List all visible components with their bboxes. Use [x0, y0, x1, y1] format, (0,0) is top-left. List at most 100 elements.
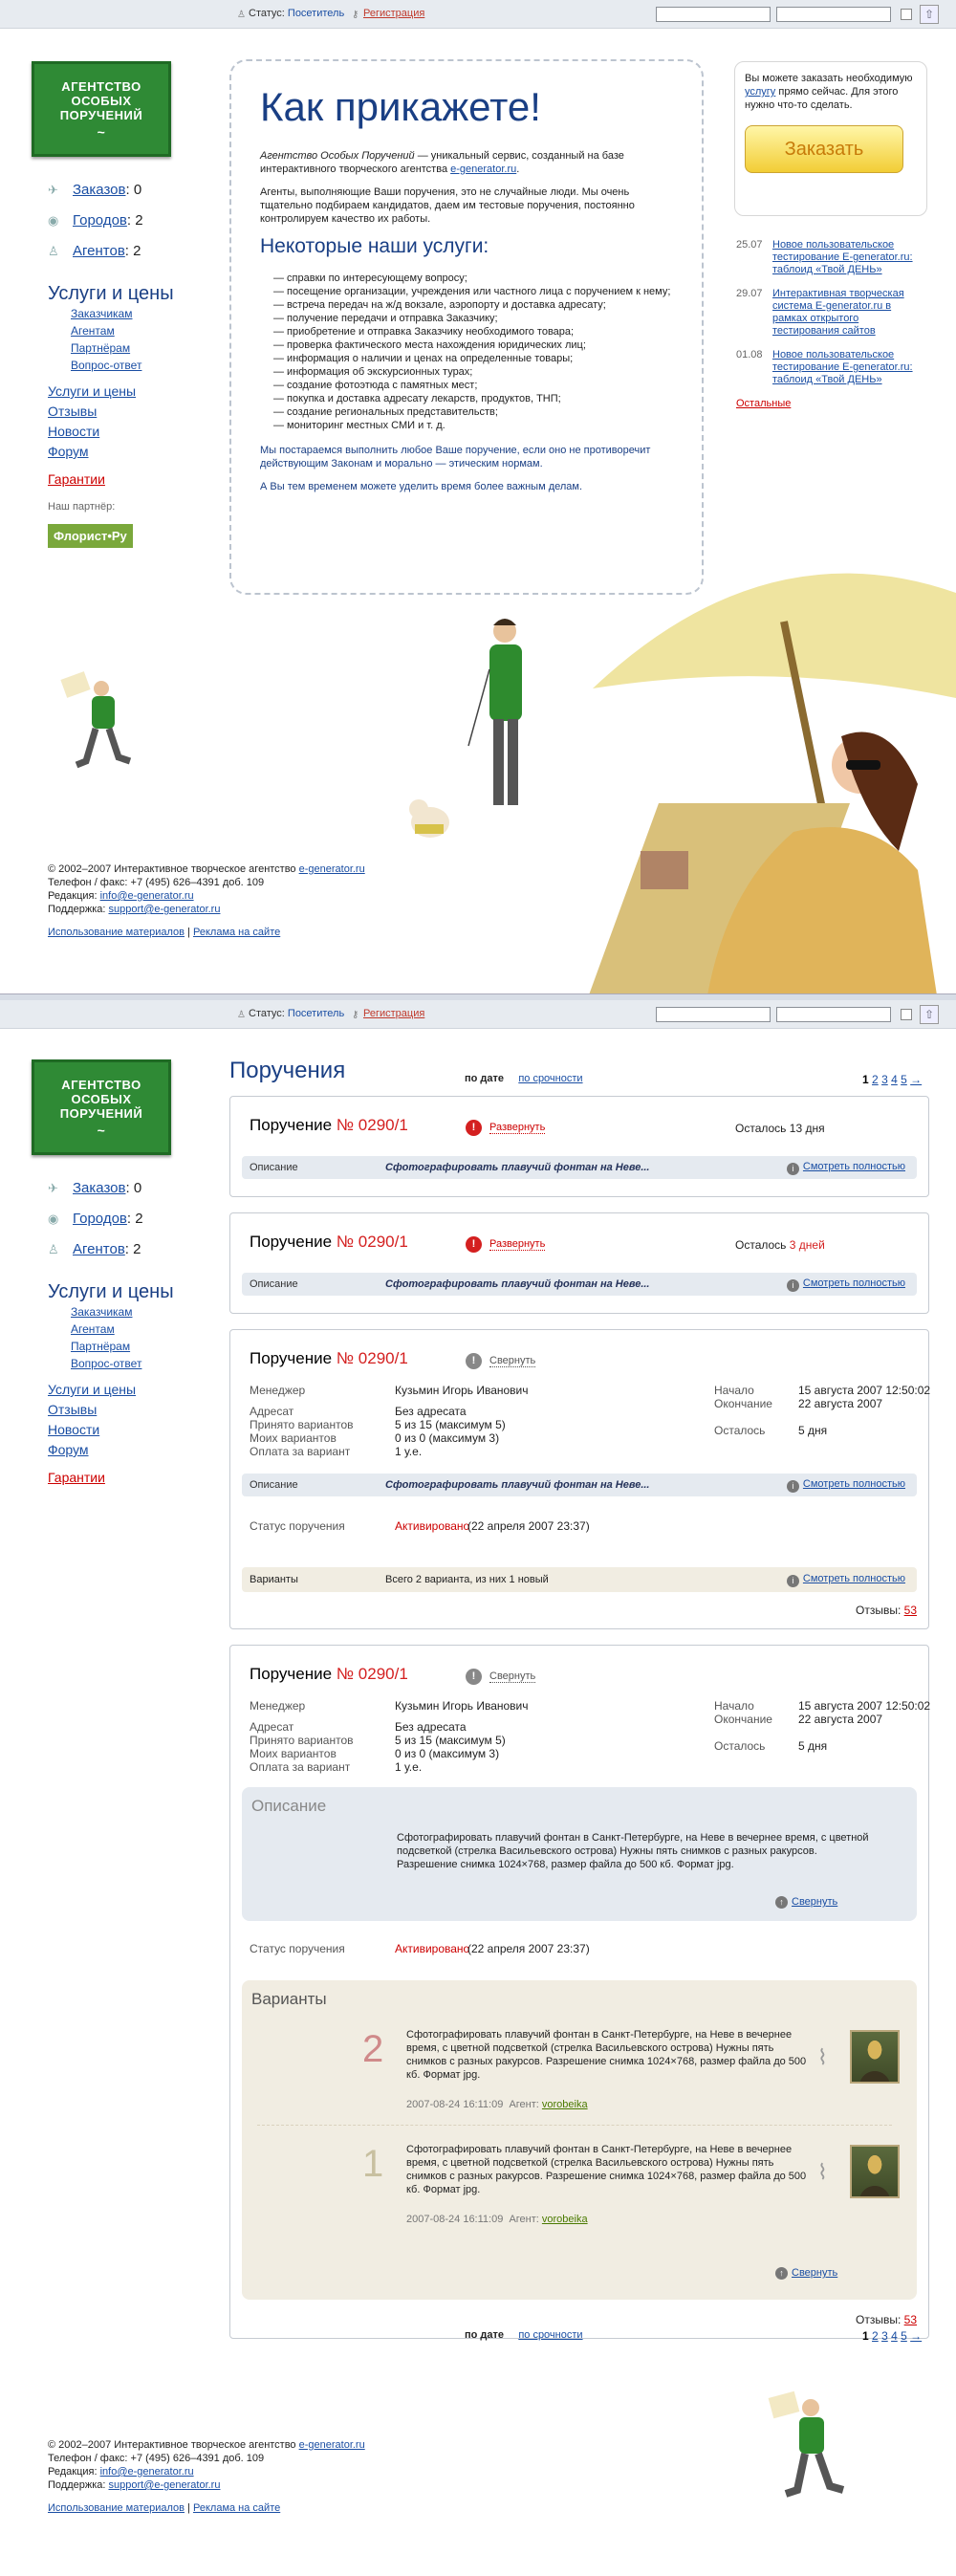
- service-item: — мониторинг местных СМИ и т. д.: [273, 420, 445, 431]
- news-more-link[interactable]: Остальные: [736, 398, 791, 409]
- order-card: Поручение № 0290/1 ! Развернуть Осталось …: [229, 1096, 929, 1197]
- expand-link[interactable]: Развернуть: [489, 1122, 546, 1134]
- order-text: Вы можете заказать необходимую услугу пр…: [745, 73, 913, 111]
- closing-paragraph: А Вы тем временем можете уделить время б…: [260, 481, 583, 492]
- service-item: — встреча передач на ж/д вокзале, аэропо…: [273, 299, 606, 311]
- info-icon: i: [786, 1575, 799, 1587]
- collapse-variants-link[interactable]: ↑ Свернуть: [775, 2267, 837, 2280]
- orders-page: ♙ Статус: Посетитель ⚷ Регистрация ⇧ АГЕНТ…: [0, 1000, 956, 2576]
- order-title: Поручение № 0290/1: [250, 1116, 408, 1134]
- variant-photo-thumbnail[interactable]: [850, 2145, 900, 2198]
- service-item: — информация о наличии и ценах на опреде…: [273, 353, 574, 364]
- menu-customers[interactable]: Заказчикам: [71, 305, 174, 322]
- services-submenu: Заказчикам Агентам Партнёрам Вопрос-отве…: [48, 305, 174, 374]
- service-item: — создание региональных представительств…: [273, 406, 498, 418]
- menu-news[interactable]: Новости: [48, 422, 174, 442]
- login-input[interactable]: [656, 7, 771, 22]
- news-list: 25.07 Новое пользовательское тестирование…: [736, 239, 927, 410]
- menu-faq[interactable]: Вопрос-ответ: [71, 357, 174, 374]
- services-title: Услуги и цены: [48, 283, 174, 304]
- order-button[interactable]: Заказать: [745, 125, 903, 173]
- globe-icon: ◉: [48, 1212, 59, 1226]
- login-button[interactable]: ⇧: [920, 5, 939, 24]
- remember-checkbox[interactable]: [901, 1009, 912, 1020]
- collapse-description-link[interactable]: ↑ Свернуть: [775, 1896, 837, 1909]
- reviews-count: Отзывы: 53: [856, 1604, 917, 1617]
- menu-news[interactable]: Новости: [48, 1420, 174, 1440]
- footer-ads-link[interactable]: Реклама на сайте: [193, 2502, 280, 2514]
- attachment-icon[interactable]: ⌇: [817, 2045, 828, 2070]
- footer-ads-link[interactable]: Реклама на сайте: [193, 927, 280, 938]
- menu-forum[interactable]: Форум: [48, 442, 174, 462]
- service-item: — информация об экскурсионных турах;: [273, 366, 473, 378]
- password-input[interactable]: [776, 7, 891, 22]
- register-link[interactable]: Регистрация: [363, 1008, 424, 1019]
- agents-counter: ♙ Агентов: 2: [48, 243, 141, 259]
- menu-reviews[interactable]: Отзывы: [48, 1400, 174, 1420]
- services-list: — справки по интересующему вопросу; — по…: [273, 272, 673, 432]
- sort-urgency-link[interactable]: по срочности: [518, 1073, 582, 1084]
- footer-use-link[interactable]: Использование материалов: [48, 927, 185, 938]
- news-item: 29.07 Интерактивная творческая система E-…: [736, 288, 904, 337]
- service-item: — получение передачи и отправка Заказчик…: [273, 313, 498, 324]
- remember-checkbox[interactable]: [901, 9, 912, 20]
- agent-link[interactable]: vorobeika: [542, 2099, 588, 2110]
- login-input[interactable]: [656, 1007, 771, 1022]
- intro: Агентство Особых Поручений — уникальный …: [260, 150, 624, 175]
- view-full-link[interactable]: i Смотреть полностью: [786, 1161, 905, 1175]
- news-item: 25.07 Новое пользовательское тестирование…: [736, 239, 913, 275]
- footer-use-link[interactable]: Использование материалов: [48, 2502, 185, 2514]
- password-input[interactable]: [776, 1007, 891, 1022]
- view-full-link[interactable]: i Смотреть полностью: [786, 1277, 905, 1292]
- urgent-icon: !: [466, 1236, 482, 1253]
- orders-counter: ✈ Заказов: 0: [48, 182, 142, 198]
- time-left: Осталось 13 дня: [735, 1122, 825, 1135]
- menu-guarantee[interactable]: Гарантии: [48, 1468, 174, 1488]
- key-icon: ⚷: [352, 1010, 359, 1020]
- main-menu: Услуги и цены Отзывы Новости Форум Гаран…: [48, 382, 174, 490]
- menu-reviews[interactable]: Отзывы: [48, 402, 174, 422]
- services-heading: Некоторые наши услуги:: [260, 235, 489, 257]
- menu-partners[interactable]: Партнёрам: [71, 339, 174, 357]
- menu-guarantee[interactable]: Гарантии: [48, 469, 174, 490]
- page-title: Как прикажете!: [260, 84, 541, 129]
- speech-bubble: Как прикажете! Агентство Особых Поручени…: [229, 59, 704, 595]
- key-icon: ⚷: [352, 10, 359, 20]
- menu-services[interactable]: Услуги и цены: [48, 382, 174, 402]
- agent-icon: ♙: [48, 1242, 59, 1256]
- menu-services[interactable]: Услуги и цены: [48, 1380, 174, 1400]
- variant-photo-thumbnail[interactable]: [850, 2030, 900, 2084]
- view-full-link[interactable]: i Смотреть полностью: [786, 1478, 905, 1493]
- menu-forum[interactable]: Форум: [48, 1440, 174, 1460]
- view-full-link[interactable]: i Смотреть полностью: [786, 1573, 905, 1587]
- agent-link[interactable]: vorobeika: [542, 2214, 588, 2225]
- service-item: — проверка фактического места нахождения…: [273, 339, 586, 351]
- status-value[interactable]: Посетитель: [288, 8, 344, 19]
- logo[interactable]: АГЕНТСТВО ОСОБЫХ ПОРУЧЕНИЙ ~: [32, 1059, 171, 1155]
- logo[interactable]: АГЕНТСТВО ОСОБЫХ ПОРУЧЕНИЙ ~: [32, 61, 171, 157]
- partner-logo[interactable]: Флорист•Ру: [48, 524, 133, 548]
- order-card: Поручение № 0290/1 ! Развернуть Осталось …: [229, 1212, 929, 1314]
- variant-item: 2 Сфотографировать плавучий фонтан в Сан…: [257, 2020, 900, 2126]
- info-icon: i: [786, 1163, 799, 1175]
- menu-customers[interactable]: Заказчикам: [71, 1303, 174, 1321]
- sort-bar-bottom: по дате по срочности: [465, 2329, 583, 2341]
- left-sidebar: ✈ Заказов: 0 ◉ Городов: 2 ♙ Агентов: 2 Услу…: [48, 182, 174, 548]
- expand-link[interactable]: Развернуть: [489, 1238, 546, 1251]
- left-sidebar: ✈ Заказов: 0 ◉ Городов: 2 ♙ Агентов: 2 Услу…: [48, 1180, 174, 1488]
- user-icon: ♙: [237, 1010, 246, 1020]
- description-row: Описание Сфотографировать плавучий фонтан…: [242, 1156, 917, 1179]
- orders-title: Поручения: [229, 1058, 346, 1083]
- menu-agents[interactable]: Агентам: [71, 1321, 174, 1338]
- collapse-link[interactable]: Свернуть: [489, 1355, 536, 1367]
- register-link[interactable]: Регистрация: [363, 8, 424, 19]
- menu-partners[interactable]: Партнёрам: [71, 1338, 174, 1355]
- attachment-icon[interactable]: ⌇: [817, 2160, 828, 2185]
- login-button[interactable]: ⇧: [920, 1005, 939, 1024]
- collapse-link[interactable]: Свернуть: [489, 1670, 536, 1683]
- variants-row: Варианты Всего 2 варианта, из них 1 новый…: [242, 1567, 917, 1592]
- status: ♙ Статус: Посетитель: [237, 8, 345, 20]
- info-icon: i: [786, 1279, 799, 1292]
- menu-faq[interactable]: Вопрос-ответ: [71, 1355, 174, 1372]
- menu-agents[interactable]: Агентам: [71, 322, 174, 339]
